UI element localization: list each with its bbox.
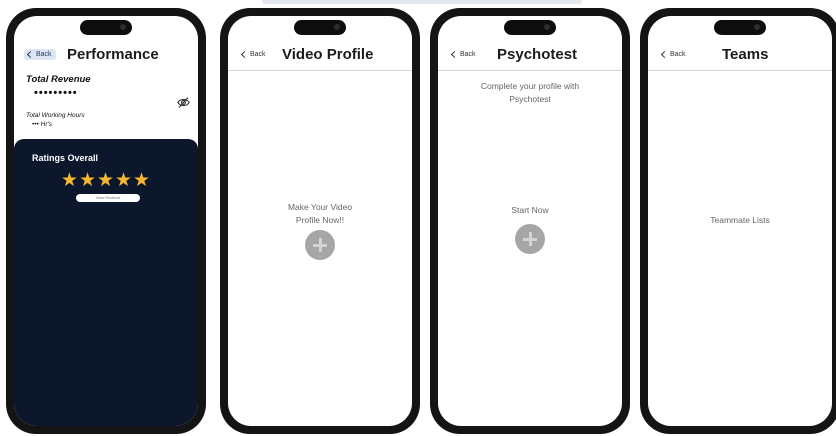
chevron-left-icon — [240, 50, 249, 59]
ratings-label: Ratings Overall — [32, 153, 99, 163]
page-title: Teams — [722, 46, 769, 63]
page-title: Performance — [67, 46, 159, 63]
phone-video-profile: Back Video Profile Make Your Video Profi… — [220, 8, 420, 434]
dynamic-island — [714, 20, 766, 35]
teammate-lists-label: Teammate Lists — [710, 215, 770, 225]
camera-icon — [754, 24, 760, 30]
video-prompt-line2: Profile Now!! — [295, 215, 345, 225]
camera-icon — [120, 24, 126, 30]
dynamic-island — [294, 20, 346, 35]
back-button[interactable]: Back — [240, 50, 266, 59]
phone-psychotest: Back Psychotest Complete your profile wi… — [430, 8, 630, 434]
dynamic-island — [504, 20, 556, 35]
back-label: Back — [670, 51, 686, 58]
top-toolbar-strip — [262, 0, 582, 4]
video-profile-header: Back Video Profile — [228, 42, 412, 71]
teams-header: Back Teams — [648, 42, 832, 71]
page-title: Video Profile — [282, 46, 374, 63]
start-now-label[interactable]: Start Now — [438, 204, 622, 217]
performance-header: Back Performance — [14, 42, 198, 70]
psychotest-intro-line1: Complete your profile with — [480, 81, 580, 91]
teams-screen: Back Teams Teammate Lists — [648, 16, 832, 426]
view-reviews-button[interactable]: View Reviews — [76, 194, 140, 202]
psychotest-header: Back Psychotest — [438, 42, 622, 71]
total-revenue-value: ••••••••• — [34, 87, 78, 99]
dynamic-island — [80, 20, 132, 35]
back-button[interactable]: Back — [660, 50, 686, 59]
phone-teams: Back Teams Teammate Lists — [640, 8, 836, 434]
camera-icon — [334, 24, 340, 30]
chevron-left-icon — [660, 50, 669, 59]
psychotest-intro-line2: Psychotest — [509, 94, 551, 104]
performance-screen: Back Performance Total Revenue •••••••••… — [14, 16, 198, 426]
back-label: Back — [460, 51, 476, 58]
total-revenue-label: Total Revenue — [26, 74, 91, 85]
chevron-left-icon — [26, 50, 35, 59]
video-prompt-line1: Make Your Video — [287, 202, 353, 212]
camera-icon — [544, 24, 550, 30]
back-label: Back — [250, 51, 266, 58]
start-test-button[interactable] — [515, 224, 545, 254]
eye-slash-icon[interactable] — [177, 96, 190, 109]
video-profile-screen: Back Video Profile Make Your Video Profi… — [228, 16, 412, 426]
back-button[interactable]: Back — [450, 50, 476, 59]
star-rating: ★★★★★ — [60, 170, 152, 191]
total-hours-label: Total Working Hours — [26, 112, 85, 119]
chevron-left-icon — [450, 50, 459, 59]
total-hours-value: ••• Hr's — [32, 121, 52, 128]
back-label: Back — [36, 51, 52, 58]
page-title: Psychotest — [497, 46, 578, 63]
ratings-panel: Ratings Overall ★★★★★ View Reviews — [14, 139, 198, 426]
back-button[interactable]: Back — [24, 49, 56, 60]
phone-performance: Back Performance Total Revenue •••••••••… — [6, 8, 206, 434]
add-video-button[interactable] — [305, 230, 335, 260]
psychotest-screen: Back Psychotest Complete your profile wi… — [438, 16, 622, 426]
